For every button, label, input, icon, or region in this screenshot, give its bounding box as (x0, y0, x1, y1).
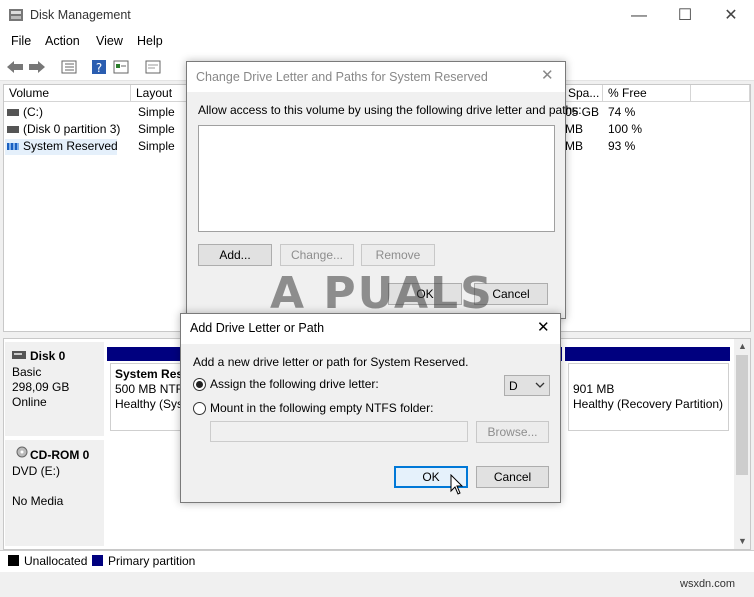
change-dialog-close-icon[interactable]: ✕ (541, 66, 554, 84)
volume-space: MB (565, 122, 583, 136)
site-watermark: wsxdn.com (680, 578, 736, 590)
volume-free: 74 % (608, 105, 636, 119)
browse-button[interactable]: Browse... (476, 421, 549, 443)
partition-size: 901 MB (573, 382, 615, 396)
change-button[interactable]: Change... (280, 244, 354, 266)
minimize-button[interactable]: — (616, 0, 662, 31)
remove-button[interactable]: Remove (361, 244, 435, 266)
add-dialog-cancel-button[interactable]: Cancel (476, 466, 549, 488)
column-header-free[interactable]: % Free (603, 85, 691, 102)
volume-name[interactable]: (Disk 0 partition 3) (23, 121, 120, 137)
menu-view[interactable]: View (96, 34, 123, 48)
svg-text:?: ? (96, 61, 102, 75)
volume-free: 100 % (608, 122, 643, 136)
forward-arrow-icon[interactable] (26, 57, 48, 77)
column-header-volume[interactable]: Volume (4, 85, 131, 102)
mount-folder-radio[interactable] (193, 402, 206, 415)
drive-letter-value: D (509, 379, 518, 393)
properties-icon[interactable] (110, 57, 132, 77)
scrollbar-thumb[interactable] (736, 355, 748, 475)
appuals-watermark-logo: A PUALS (270, 268, 494, 319)
help-icon[interactable]: ? (88, 57, 110, 77)
partition-name: System Rese (115, 367, 190, 381)
volume-icon (7, 109, 19, 116)
primary-swatch (92, 555, 103, 566)
add-dialog-title: Add Drive Letter or Path (190, 321, 325, 335)
volume-space: MB (565, 139, 583, 153)
cdrom-icon (16, 446, 28, 458)
partition-status: Healthy (Syst (115, 397, 187, 411)
legend-primary: Primary partition (108, 554, 196, 568)
change-dialog-instruction: Allow access to this volume by using the… (198, 103, 582, 117)
cdrom-0-type: DVD (E:) (12, 464, 60, 478)
disk-0-size: 298,09 GB (12, 380, 70, 394)
scroll-up-icon[interactable]: ▲ (738, 341, 747, 351)
chevron-down-icon (535, 382, 545, 388)
unallocated-swatch (8, 555, 19, 566)
disk-0-status: Online (12, 395, 47, 409)
volume-icon (7, 143, 19, 150)
ntfs-folder-input[interactable] (210, 421, 468, 442)
volume-layout: Simple (138, 105, 175, 119)
menu-help[interactable]: Help (137, 34, 163, 48)
menu-file[interactable]: File (11, 34, 31, 48)
window-title: Disk Management (30, 8, 131, 22)
assign-letter-label[interactable]: Assign the following drive letter: (210, 377, 379, 391)
column-header-blank (691, 85, 750, 102)
add-button[interactable]: Add... (198, 244, 272, 266)
add-dialog-instruction: Add a new drive letter or path for Syste… (193, 355, 469, 369)
scroll-down-icon[interactable]: ▼ (738, 536, 747, 546)
add-dialog-close-icon[interactable]: ✕ (537, 318, 550, 336)
mount-folder-label[interactable]: Mount in the following empty NTFS folder… (210, 401, 433, 415)
disk-management-icon (9, 9, 23, 21)
column-header-layout[interactable]: Layout (131, 85, 191, 102)
mouse-cursor-icon (450, 474, 464, 495)
change-dialog-title: Change Drive Letter and Paths for System… (196, 70, 488, 84)
paths-listbox[interactable] (198, 125, 555, 232)
partition-bar (565, 347, 730, 361)
disk-0-name: Disk 0 (30, 349, 66, 363)
volume-layout: Simple (138, 122, 175, 136)
disk-0-type: Basic (12, 365, 42, 379)
partition-status: Healthy (Recovery Partition) (573, 397, 724, 411)
volume-icon (7, 126, 19, 133)
volume-name[interactable]: (C:) (23, 104, 43, 120)
menu-action[interactable]: Action (45, 34, 80, 48)
cdrom-0-name: CD-ROM 0 (30, 448, 90, 462)
assign-letter-radio[interactable] (193, 378, 206, 391)
disk-icon (12, 351, 26, 359)
volume-layout: Simple (138, 139, 175, 153)
back-arrow-icon[interactable] (4, 57, 26, 77)
legend-unallocated: Unallocated (24, 554, 88, 568)
column-header-space[interactable]: Spa... (563, 85, 603, 102)
cdrom-0-status: No Media (12, 494, 64, 508)
console-icon[interactable] (142, 57, 164, 77)
list-view-icon[interactable] (58, 57, 80, 77)
close-button[interactable]: ✕ (708, 0, 754, 31)
volume-free: 93 % (608, 139, 636, 153)
volume-name[interactable]: System Reserved (23, 138, 118, 154)
maximize-button[interactable]: ☐ (662, 0, 708, 31)
